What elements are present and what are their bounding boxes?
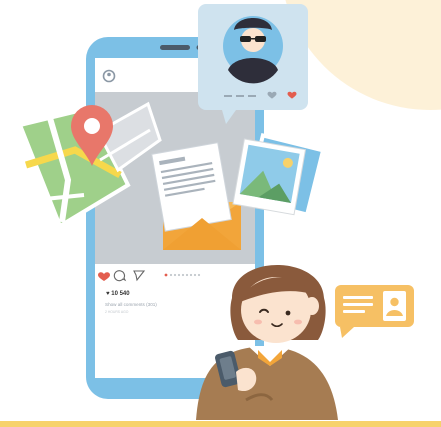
post-time: 2 HOURS AGO <box>105 310 129 314</box>
photo-stack <box>232 133 326 217</box>
likes-count: ♥ 10 540 <box>106 291 130 297</box>
contact-card-icon <box>335 285 414 338</box>
illustration-canvas: ♥ 10 540 Show all comments (301) 2 HOURS… <box>0 0 441 427</box>
phone-speaker <box>160 45 190 50</box>
social-media-illustration <box>0 0 441 427</box>
ground-line <box>0 421 441 427</box>
chat-bubble <box>198 4 308 124</box>
show-comments-link[interactable]: Show all comments (301) <box>105 302 157 307</box>
letter-document <box>151 142 232 232</box>
